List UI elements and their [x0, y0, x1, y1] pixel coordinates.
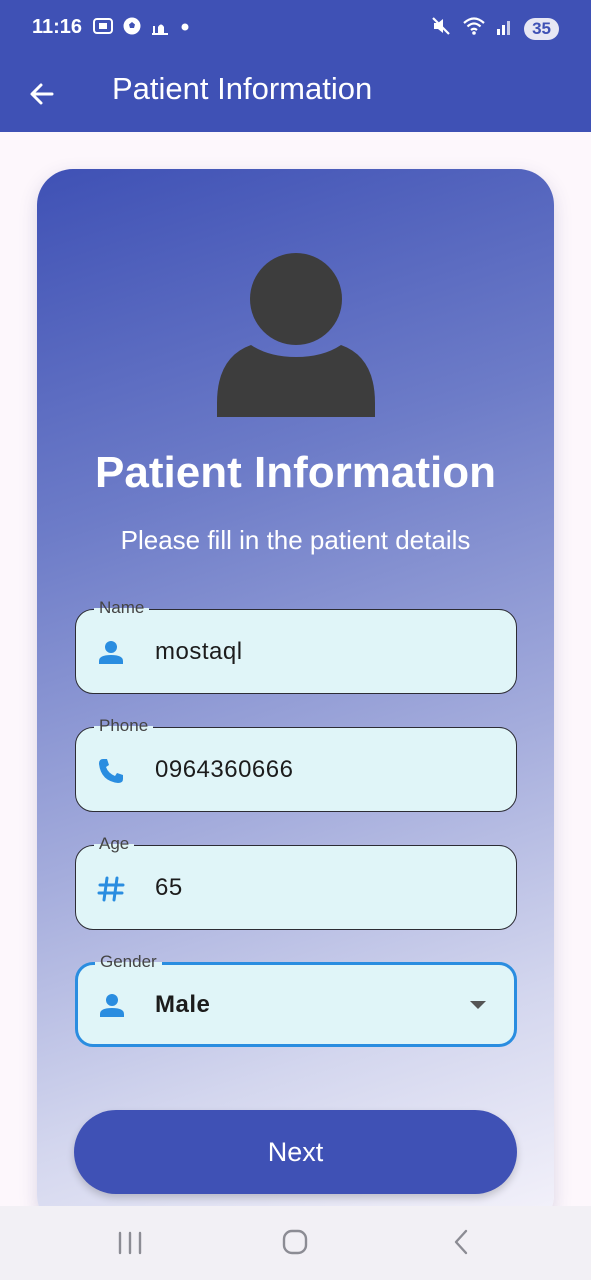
person-icon [100, 994, 124, 1017]
phone-field-value: 0964360666 [155, 756, 294, 783]
system-nav-bar [0, 1206, 591, 1280]
mute-icon [430, 15, 452, 42]
status-bar: 11:16 35 [0, 0, 591, 56]
screenshot-icon [92, 16, 114, 41]
gender-dropdown[interactable]: Gender Male [75, 952, 517, 1047]
dropdown-arrow-icon[interactable] [470, 1001, 486, 1009]
wifi-icon [462, 15, 486, 42]
soccer-icon [122, 16, 142, 41]
person-avatar-icon [217, 253, 375, 417]
age-field-value: 65 [155, 874, 183, 901]
form-subheading: Please fill in the patient details [120, 525, 471, 555]
status-left-icons [92, 16, 192, 41]
form-heading: Patient Information [95, 448, 496, 497]
back-icon[interactable] [441, 1228, 481, 1258]
next-button[interactable]: Next [74, 1110, 517, 1194]
phone-field[interactable]: Phone 0964360666 [75, 716, 517, 812]
app-bar: Patient Information [0, 56, 591, 132]
arrow-back-icon [30, 83, 54, 105]
battery-badge: 35 [524, 17, 559, 40]
age-field-label: Age [94, 834, 135, 854]
signal-icon [496, 16, 514, 41]
name-field-value: mostaql [155, 638, 243, 665]
phone-icon [99, 759, 123, 783]
mosque-icon [150, 16, 170, 41]
gender-field-value: Male [155, 991, 211, 1018]
status-time: 11:16 [32, 16, 83, 38]
recents-icon[interactable] [110, 1228, 150, 1258]
name-field-label: Name [94, 598, 150, 618]
phone-field-label: Phone [94, 716, 154, 736]
patient-form-card: Patient Information Please fill in the p… [37, 169, 554, 1231]
back-button[interactable] [22, 74, 62, 114]
person-icon [99, 641, 123, 664]
hash-icon [97, 876, 125, 902]
home-icon[interactable] [275, 1228, 315, 1258]
status-right-icons: 35 [430, 15, 559, 42]
name-field[interactable]: Name mostaql [75, 598, 517, 694]
gender-field-label: Gender [95, 952, 162, 972]
age-field[interactable]: Age 65 [75, 834, 517, 930]
app-bar-title: Patient Information [112, 71, 373, 106]
dot-icon [178, 16, 192, 41]
